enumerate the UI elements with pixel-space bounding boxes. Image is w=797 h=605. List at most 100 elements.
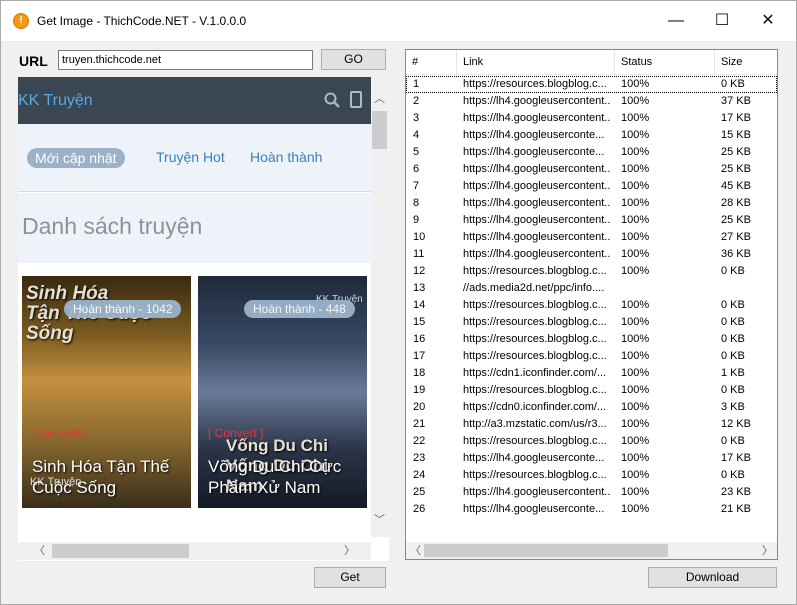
row-size: 25 KB [721, 146, 751, 158]
row-status: 100% [621, 418, 650, 430]
row-size: 17 KB [721, 452, 751, 464]
table-row[interactable]: 13 //ads.media2d.net/ppc/info.... [406, 280, 777, 297]
row-size: 17 KB [721, 112, 751, 124]
url-input[interactable] [58, 50, 313, 70]
table-row[interactable]: 10 https://lh4.googleusercontent... 100% 27… [406, 229, 777, 246]
table-row[interactable]: 17 https://resources.blogblog.c... 100% 0 K… [406, 348, 777, 365]
browser-vertical-scrollbar[interactable]: ︿ ﹀ [371, 77, 389, 537]
column-header-size[interactable]: Size [715, 50, 777, 75]
row-link: https://lh4.googleusercontent... [463, 95, 611, 107]
window-title: Get Image - ThichCode.NET - V.1.0.0.0 [37, 14, 247, 28]
row-status: 100% [621, 435, 650, 447]
row-status: 100% [621, 486, 650, 498]
table-row[interactable]: 12 https://resources.blogblog.c... 100% 0 K… [406, 263, 777, 280]
table-row[interactable]: 11 https://lh4.googleusercontent... 100% 36… [406, 246, 777, 263]
table-row[interactable]: 8 https://lh4.googleusercontent... 100% 28 … [406, 195, 777, 212]
row-size: 0 KB [721, 469, 745, 481]
site-logo[interactable]: KK Truyện [18, 92, 93, 110]
app-window: ! Get Image - ThichCode.NET - V.1.0.0.0 … [0, 0, 797, 605]
search-icon[interactable] [324, 92, 340, 108]
table-row[interactable]: 15 https://resources.blogblog.c... 100% 0 K… [406, 314, 777, 331]
row-status: 100% [621, 384, 650, 396]
scroll-left-icon[interactable]: 〈 [410, 545, 421, 557]
row-link: https://resources.blogblog.c... [463, 435, 607, 447]
row-number: 4 [413, 129, 420, 141]
table-row[interactable]: 6 https://lh4.googleusercontent... 100% 25 … [406, 161, 777, 178]
table-row[interactable]: 22 https://resources.blogblog.c... 100% 0 K… [406, 433, 777, 450]
row-size: 12 KB [721, 418, 751, 430]
row-status: 100% [621, 367, 650, 379]
row-link: https://resources.blogblog.c... [463, 316, 607, 328]
row-size: 27 KB [721, 231, 751, 243]
column-header-number[interactable]: # [406, 50, 457, 75]
scroll-thumb[interactable] [52, 544, 189, 558]
row-status: 100% [621, 248, 650, 260]
row-link: https://lh4.googleusercontent... [463, 163, 611, 175]
scroll-right-icon[interactable]: 〉 [344, 545, 355, 557]
row-status: 100% [621, 265, 650, 277]
story-card[interactable]: Sinh Hóa Tận Thế Cuộc Sống Hoàn thành - … [22, 276, 191, 508]
row-size: 0 KB [721, 435, 745, 447]
scroll-left-icon[interactable]: 〈 [34, 545, 45, 557]
scroll-down-icon[interactable]: ﹀ [374, 514, 385, 526]
scroll-up-icon[interactable]: ︿ [374, 93, 385, 105]
row-size: 0 KB [721, 299, 745, 311]
browser-horizontal-scrollbar[interactable]: 〈 〉 [18, 542, 371, 560]
story-grid: Sinh Hóa Tận Thế Cuộc Sống Hoàn thành - … [18, 263, 371, 543]
row-size: 37 KB [721, 95, 751, 107]
table-row[interactable]: 4 https://lh4.googleuserconte... 100% 15 KB [406, 127, 777, 144]
list-horizontal-scrollbar[interactable]: 〈 〉 [406, 542, 777, 559]
get-button[interactable]: Get [314, 567, 386, 588]
table-row[interactable]: 16 https://resources.blogblog.c... 100% 0 K… [406, 331, 777, 348]
row-number: 18 [413, 367, 426, 379]
tab-hoan-thanh[interactable]: Hoàn thành [250, 149, 322, 165]
web-browser-view[interactable]: KK Truyện Mới cập nhật Truyện Hot Hoàn t… [18, 77, 389, 561]
table-row[interactable]: 21 http://a3.mzstatic.com/us/r3... 100% 12 … [406, 416, 777, 433]
tab-truyen-hot[interactable]: Truyện Hot [156, 149, 225, 165]
table-row[interactable]: 24 https://resources.blogblog.c... 100% 0 K… [406, 467, 777, 484]
scroll-thumb[interactable] [372, 111, 387, 149]
scroll-thumb[interactable] [424, 544, 668, 557]
table-row[interactable]: 26 https://lh4.googleuserconte... 100% 21 K… [406, 501, 777, 518]
row-number: 9 [413, 214, 420, 226]
row-number: 20 [413, 401, 426, 413]
table-row[interactable]: 9 https://lh4.googleusercontent... 100% 25 … [406, 212, 777, 229]
table-row[interactable]: 25 https://lh4.googleusercontent... 100% 23… [406, 484, 777, 501]
column-header-link[interactable]: Link [457, 50, 615, 75]
table-row[interactable]: 18 https://cdn1.iconfinder.com/... 100% 1 K… [406, 365, 777, 382]
row-status: 100% [621, 78, 650, 90]
mobile-icon[interactable] [350, 91, 362, 108]
row-status: 100% [621, 452, 650, 464]
table-row[interactable]: 7 https://lh4.googleusercontent... 100% 45 … [406, 178, 777, 195]
story-title[interactable]: Võng Du Chi Cực Phẩm Xử Nam [208, 456, 366, 498]
table-row[interactable]: 1 https://resources.blogblog.c... 100% 0 KB [406, 76, 777, 93]
table-row[interactable]: 23 https://lh4.googleuserconte... 100% 17 K… [406, 450, 777, 467]
row-status: 100% [621, 180, 650, 192]
story-card[interactable]: KK Truyện Hoàn thành - 448 [ Convert ] V… [198, 276, 367, 508]
download-button[interactable]: Download [648, 567, 777, 588]
minimize-button[interactable]: — [653, 1, 699, 41]
convert-tag: [ Convert ] [32, 426, 88, 440]
maximize-button[interactable]: ☐ [699, 1, 745, 41]
table-row[interactable]: 5 https://lh4.googleuserconte... 100% 25 KB [406, 144, 777, 161]
table-row[interactable]: 2 https://lh4.googleusercontent... 100% 37 … [406, 93, 777, 110]
row-size: 0 KB [721, 350, 745, 362]
table-row[interactable]: 3 https://lh4.googleusercontent... 100% 17 … [406, 110, 777, 127]
column-header-status[interactable]: Status [615, 50, 715, 75]
image-list[interactable]: # Link Status Size 1 https://resources.bl… [405, 49, 778, 560]
row-link: https://lh4.googleusercontent... [463, 197, 611, 209]
scroll-right-icon[interactable]: 〉 [762, 545, 773, 557]
url-label: URL [19, 53, 48, 69]
row-number: 3 [413, 112, 420, 124]
row-status: 100% [621, 214, 650, 226]
row-link: http://a3.mzstatic.com/us/r3... [463, 418, 607, 430]
row-number: 8 [413, 197, 420, 209]
table-row[interactable]: 14 https://resources.blogblog.c... 100% 0 K… [406, 297, 777, 314]
close-button[interactable]: ✕ [745, 1, 791, 41]
tab-moi-cap-nhat[interactable]: Mới cập nhật [27, 148, 125, 168]
go-button[interactable]: GO [321, 49, 386, 70]
row-link: https://lh4.googleuserconte... [463, 452, 605, 464]
row-number: 11 [413, 248, 425, 260]
table-row[interactable]: 20 https://cdn0.iconfinder.com/... 100% 3 K… [406, 399, 777, 416]
table-row[interactable]: 19 https://resources.blogblog.c... 100% 0 K… [406, 382, 777, 399]
